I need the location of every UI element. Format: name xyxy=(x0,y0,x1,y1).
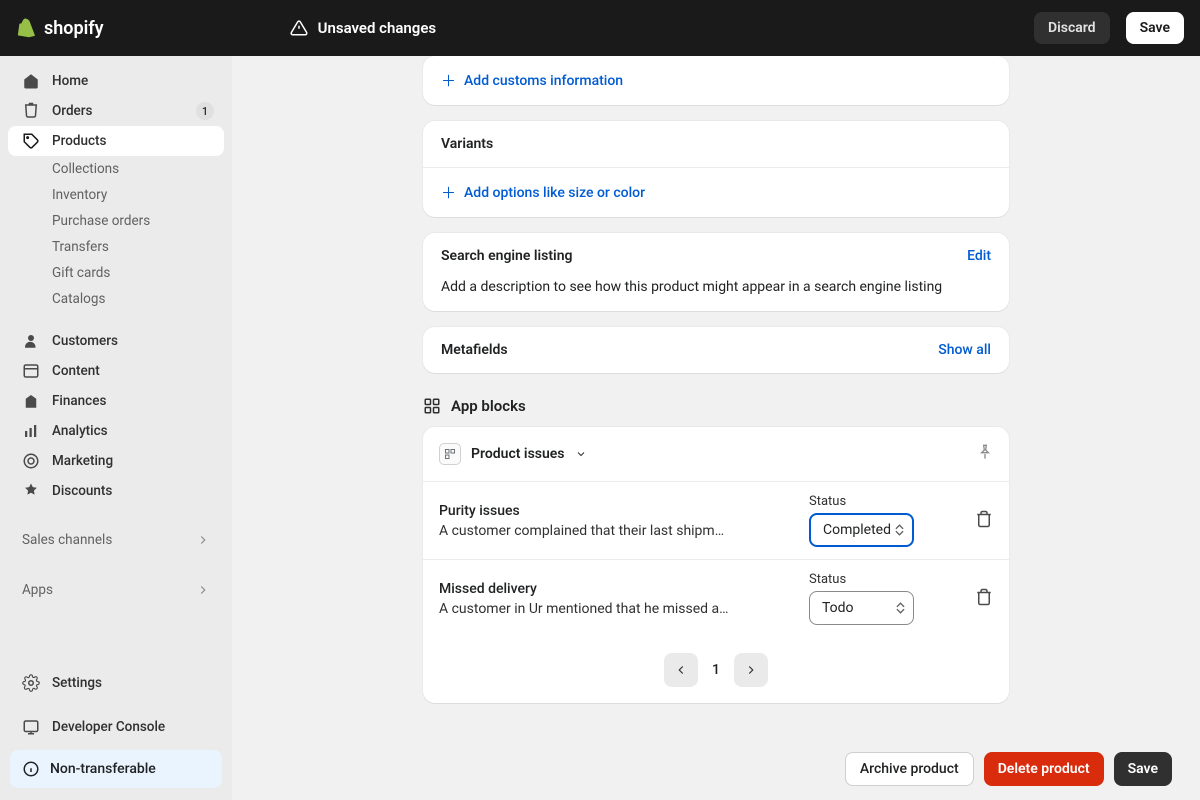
plus-icon: ＋ xyxy=(441,182,456,203)
status-select[interactable]: Todo xyxy=(809,591,914,625)
orders-badge: 1 xyxy=(196,102,214,120)
sidebar-item-label: Products xyxy=(52,133,106,149)
plus-icon: ＋ xyxy=(441,70,456,91)
sidebar-item-analytics[interactable]: Analytics xyxy=(8,416,224,446)
chevron-right-icon xyxy=(196,533,210,547)
status-label: Status xyxy=(809,572,959,587)
issue-row: Missed delivery A customer in Ur mention… xyxy=(423,559,1009,637)
seo-description: Add a description to see how this produc… xyxy=(423,279,1009,311)
add-customs-link[interactable]: ＋ Add customs information xyxy=(423,56,1009,105)
pagination: 1 xyxy=(423,637,1009,703)
sidebar-item-label: Analytics xyxy=(52,423,108,439)
sidebar: Home Orders 1 Products Collections Inven… xyxy=(0,56,232,800)
seo-card: Search engine listing Edit Add a descrip… xyxy=(423,233,1009,311)
sidebar-item-label: Customers xyxy=(52,333,118,349)
non-transferable-banner: Non-transferable xyxy=(10,750,222,788)
sidebar-item-label: Content xyxy=(52,363,100,379)
sidebar-item-label: Developer Console xyxy=(52,719,165,735)
card-title: Metafields xyxy=(441,342,508,358)
page-prev-button[interactable] xyxy=(664,653,698,687)
delete-issue-button[interactable] xyxy=(975,510,993,532)
discard-button[interactable]: Discard xyxy=(1034,12,1110,44)
sidebar-sub-gift-cards[interactable]: Gift cards xyxy=(8,260,224,286)
issue-title: Purity issues xyxy=(439,503,793,519)
sidebar-item-label: Home xyxy=(52,73,88,89)
unsaved-changes-indicator: Unsaved changes xyxy=(290,19,437,37)
gear-icon xyxy=(22,674,40,692)
sidebar-item-label: Finances xyxy=(52,393,106,409)
sidebar-item-label: Orders xyxy=(52,103,93,119)
app-block-icon xyxy=(439,443,461,465)
metafields-card: Metafields Show all xyxy=(423,327,1009,373)
developer-console-icon xyxy=(22,718,40,736)
select-chevron-icon xyxy=(896,602,905,614)
sidebar-item-marketing[interactable]: Marketing xyxy=(8,446,224,476)
sidebar-sub-catalogs[interactable]: Catalogs xyxy=(8,286,224,312)
sidebar-item-products[interactable]: Products xyxy=(8,126,224,156)
variants-card: Variants ＋ Add options like size or colo… xyxy=(423,121,1009,217)
page-next-button[interactable] xyxy=(734,653,768,687)
archive-product-button[interactable]: Archive product xyxy=(845,752,974,786)
card-title: Variants xyxy=(441,136,493,152)
content-icon xyxy=(22,362,40,380)
page-number: 1 xyxy=(712,662,720,678)
sidebar-item-label: Marketing xyxy=(52,453,113,469)
save-button-top[interactable]: Save xyxy=(1126,12,1184,44)
issue-description: A customer complained that their last sh… xyxy=(439,523,729,539)
issue-description: A customer in Ur mentioned that he misse… xyxy=(439,601,729,617)
issue-row: Purity issues A customer complained that… xyxy=(423,481,1009,559)
info-icon xyxy=(22,760,40,778)
page-footer: Archive product Delete product Save xyxy=(232,738,1200,800)
status-select[interactable]: Completed xyxy=(809,513,914,547)
customers-icon xyxy=(22,332,40,350)
sidebar-sub-purchase-orders[interactable]: Purchase orders xyxy=(8,208,224,234)
select-chevron-icon xyxy=(895,524,904,536)
sidebar-item-customers[interactable]: Customers xyxy=(8,326,224,356)
sidebar-item-label: Settings xyxy=(52,675,102,691)
finances-icon xyxy=(22,392,40,410)
save-button-bottom[interactable]: Save xyxy=(1114,752,1172,786)
sidebar-sub-transfers[interactable]: Transfers xyxy=(8,234,224,260)
sidebar-section-sales-channels[interactable]: Sales channels xyxy=(8,524,224,556)
sidebar-item-settings[interactable]: Settings xyxy=(8,668,224,698)
delete-product-button[interactable]: Delete product xyxy=(984,752,1104,786)
sidebar-item-developer-console[interactable]: Developer Console xyxy=(8,712,224,742)
issue-title: Missed delivery xyxy=(439,581,793,597)
orders-icon xyxy=(22,102,40,120)
app-block-title-toggle[interactable]: Product issues xyxy=(439,443,587,465)
sidebar-item-discounts[interactable]: Discounts xyxy=(8,476,224,506)
shopify-logo[interactable]: shopify xyxy=(16,17,104,39)
sidebar-item-home[interactable]: Home xyxy=(8,66,224,96)
seo-edit-link[interactable]: Edit xyxy=(967,248,991,264)
warning-icon xyxy=(290,19,308,37)
home-icon xyxy=(22,72,40,90)
sidebar-item-label: Discounts xyxy=(52,483,112,499)
sidebar-item-orders[interactable]: Orders 1 xyxy=(8,96,224,126)
pin-icon[interactable] xyxy=(977,444,993,464)
add-variant-options-link[interactable]: ＋ Add options like size or color xyxy=(423,168,1009,217)
analytics-icon xyxy=(22,422,40,440)
sidebar-sub-inventory[interactable]: Inventory xyxy=(8,182,224,208)
sidebar-item-finances[interactable]: Finances xyxy=(8,386,224,416)
metafields-showall-link[interactable]: Show all xyxy=(938,342,991,358)
marketing-icon xyxy=(22,452,40,470)
app-blocks-heading: App blocks xyxy=(423,397,1009,415)
chevron-right-icon xyxy=(196,583,210,597)
app-block-product-issues: Product issues Purity issues A customer … xyxy=(423,427,1009,703)
sidebar-sub-collections[interactable]: Collections xyxy=(8,156,224,182)
app-blocks-icon xyxy=(423,397,441,415)
status-label: Status xyxy=(809,494,959,509)
sidebar-item-content[interactable]: Content xyxy=(8,356,224,386)
card-title: Search engine listing xyxy=(441,248,572,264)
discounts-icon xyxy=(22,482,40,500)
brand-text: shopify xyxy=(44,18,104,39)
chevron-down-icon xyxy=(575,448,587,460)
sidebar-section-apps[interactable]: Apps xyxy=(8,574,224,606)
products-icon xyxy=(22,132,40,150)
delete-issue-button[interactable] xyxy=(975,588,993,610)
